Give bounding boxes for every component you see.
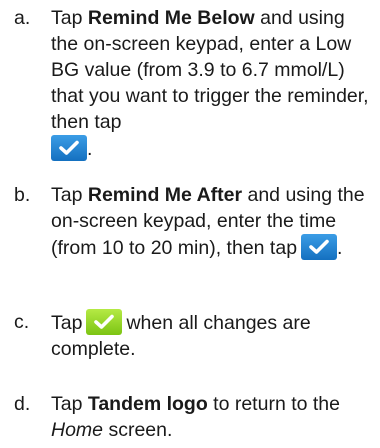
step-text: Tap when all changes are complete. [51, 309, 369, 362]
step-text: Tap Remind Me After and using the on-scr… [51, 182, 369, 261]
confirm-button-image [51, 135, 87, 161]
checkmark-icon [309, 239, 329, 254]
confirm-button-image [301, 234, 338, 260]
step-marker: d. [14, 393, 31, 415]
step-marker: c. [14, 311, 30, 333]
step-text: Tap Remind Me Below and using the on-scr… [51, 5, 369, 162]
confirm-button-image [86, 309, 123, 335]
checkmark-icon [59, 140, 79, 155]
button-name-tandem-logo: Tandem logo [87, 393, 208, 415]
text-fragment: Tap [51, 312, 83, 334]
text-fragment: . [337, 237, 343, 259]
text-fragment: . [87, 138, 93, 160]
text-fragment: Tap [51, 7, 88, 29]
button-name-remind-me-after: Remind Me After [87, 184, 243, 206]
step-marker: b. [14, 184, 31, 206]
screen-name-home: Home [51, 419, 104, 441]
instruction-steps: a. Tap Remind Me Below and using the on-… [0, 0, 380, 448]
text-fragment: to return to the [207, 393, 340, 415]
step-marker: a. [14, 7, 31, 29]
checkmark-icon [94, 314, 115, 329]
text-fragment: Tap [51, 184, 88, 206]
text-fragment: screen. [103, 419, 173, 441]
button-name-remind-me-below: Remind Me Below [87, 7, 255, 29]
step-text: Tap Tandem logo to return to the Home sc… [51, 391, 369, 443]
text-fragment: Tap [51, 393, 88, 415]
